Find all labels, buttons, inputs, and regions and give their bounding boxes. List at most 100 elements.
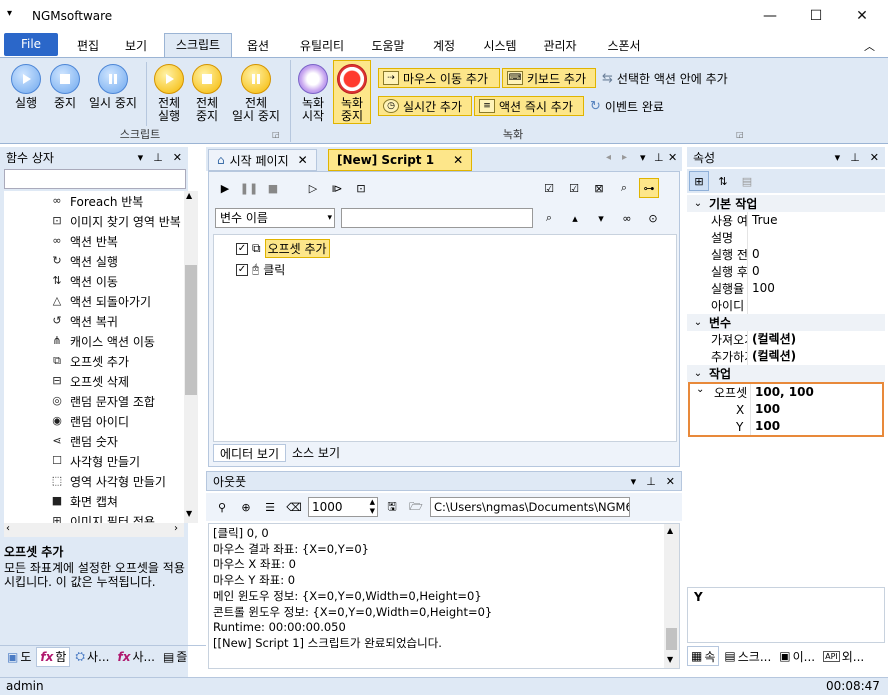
record-stop-button[interactable]: 녹화 중지 xyxy=(333,60,371,124)
tab-scroll-left-icon[interactable]: ◂ xyxy=(606,152,611,163)
function-list-item[interactable]: ↺ 액션 복귀 xyxy=(4,311,184,331)
system-menu-icon[interactable]: ▾ xyxy=(7,8,12,19)
step-into-icon[interactable]: ⧐ xyxy=(327,178,347,198)
tab-scroll-right-icon[interactable]: ▸ xyxy=(622,152,627,163)
function-list-item[interactable]: ⇅ 액션 이동 xyxy=(4,271,184,291)
move-up-icon[interactable]: ▴ xyxy=(565,208,585,228)
pin-icon[interactable]: ⊥ xyxy=(850,151,860,164)
property-value[interactable]: (컬렉션) xyxy=(747,348,885,365)
run-button[interactable]: 실행 xyxy=(8,64,44,110)
function-list-item[interactable]: ■ 화면 캡쳐 xyxy=(4,491,184,511)
minimize-button[interactable]: — xyxy=(747,0,793,32)
function-list-item[interactable]: ◉ 랜덤 아이디 xyxy=(4,411,184,431)
checkbox-icon[interactable]: ✓ xyxy=(236,263,248,276)
scroll-down-icon[interactable]: ▼ xyxy=(186,509,192,518)
checkbox-icon[interactable]: ✓ xyxy=(236,242,248,255)
run-all-button[interactable]: 전체 실행 xyxy=(152,64,186,123)
function-list-item[interactable]: △ 액션 되돌아가기 xyxy=(4,291,184,311)
pause-button[interactable]: 일시 중지 xyxy=(86,64,140,110)
scroll-thumb[interactable] xyxy=(185,265,197,395)
collapse-ribbon-icon[interactable]: ︿ xyxy=(864,38,875,54)
pin-icon[interactable]: ⊥ xyxy=(646,475,656,488)
categorized-icon[interactable]: ⊞ xyxy=(689,171,709,191)
maximize-button[interactable]: ☐ xyxy=(793,0,839,32)
pause-icon[interactable]: ❚❚ xyxy=(239,178,259,198)
function-list-hscrollbar[interactable]: ‹ › xyxy=(4,523,184,537)
tree-item-click[interactable]: ✓ 🖰 클릭 xyxy=(236,261,285,278)
tab-list-icon[interactable]: ▾ xyxy=(640,151,646,164)
property-row[interactable]: 실행율 100 xyxy=(687,280,885,297)
scroll-up-icon[interactable]: ▲ xyxy=(667,526,673,535)
clean-icon[interactable]: ⚲ xyxy=(212,497,232,517)
stepper-arrows-icon[interactable]: ▲ ▼ xyxy=(370,498,375,516)
function-list-item[interactable]: ⬚ 영역 사각형 만들기 xyxy=(4,471,184,491)
function-list-item[interactable]: ⊡ 이미지 찾기 영역 반복 xyxy=(4,211,184,231)
step-out-icon[interactable]: ⊡ xyxy=(351,178,371,198)
close-icon[interactable]: ✕ xyxy=(870,151,879,164)
tab-edit[interactable]: 편집 xyxy=(70,36,106,58)
eraser-icon[interactable]: ⌫ xyxy=(284,497,304,517)
variable-value-input[interactable] xyxy=(341,208,533,228)
search-icon[interactable]: ⌕ xyxy=(539,208,559,228)
property-row[interactable]: ⌄ 오프셋 100, 100 xyxy=(690,384,882,401)
function-list-item[interactable]: ⋔ 캐이스 액션 이동 xyxy=(4,331,184,351)
tab-external[interactable]: API 외... xyxy=(820,646,867,666)
search-icon[interactable]: ⌕ xyxy=(614,178,634,198)
stop-button[interactable]: 중지 xyxy=(48,64,82,110)
pin-icon[interactable]: ⊥ xyxy=(654,151,664,164)
tab-close-icon[interactable]: ✕ xyxy=(453,153,463,167)
tab-function[interactable]: fx 함 xyxy=(36,646,71,667)
stop-icon[interactable]: ■ xyxy=(263,178,283,198)
chevron-down-icon[interactable]: ⌄ xyxy=(687,368,709,379)
chevron-down-icon[interactable]: ⌄ xyxy=(687,198,709,209)
property-value[interactable]: 0 xyxy=(747,246,885,263)
close-icon[interactable]: ✕ xyxy=(666,475,675,488)
property-category[interactable]: ⌄ 변수 xyxy=(687,314,885,331)
property-value[interactable]: 0 xyxy=(747,263,885,280)
tab-view[interactable]: 보기 xyxy=(118,36,154,58)
record-start-button[interactable]: 녹화 시작 xyxy=(296,64,330,123)
group-launcher-icon[interactable]: ◲ xyxy=(272,130,280,139)
tab-close-icon[interactable]: ✕ xyxy=(298,153,308,167)
run-icon[interactable]: ▶ xyxy=(215,178,235,198)
property-value[interactable]: 100 xyxy=(747,280,885,297)
pin-icon[interactable]: ⊥ xyxy=(153,151,163,164)
function-list-item[interactable]: ⊟ 오프셋 삭제 xyxy=(4,371,184,391)
property-category[interactable]: ⌄ 기본 작업 xyxy=(687,195,885,212)
output-path-field[interactable]: C:\Users\ngmas\Documents\NGM6\ xyxy=(430,497,630,517)
more-icon[interactable]: ⊙ xyxy=(643,208,663,228)
tab-options[interactable]: 옵션 xyxy=(240,36,276,58)
add-file-icon[interactable]: ⊕ xyxy=(236,497,256,517)
tab-user[interactable]: ⛭ 사... xyxy=(72,647,112,667)
function-list-item[interactable]: ⊞ 이미지 필터 적용 xyxy=(4,511,184,523)
property-row[interactable]: 실행 전 지0 xyxy=(687,246,885,263)
tab-image[interactable]: ▣ 이... xyxy=(776,646,818,666)
variable-select[interactable]: 변수 이름 ▾ xyxy=(215,208,335,228)
close-icon[interactable]: ✕ xyxy=(173,151,182,164)
dropdown-icon[interactable]: ▾ xyxy=(138,151,144,164)
save-icon[interactable]: 🖫 xyxy=(382,497,402,517)
function-list-item[interactable]: ∞ 액션 반복 xyxy=(4,231,184,251)
dropdown-icon[interactable]: ▾ xyxy=(835,151,841,164)
add-keyboard-button[interactable]: ⌨ 키보드 추가 xyxy=(502,68,596,88)
function-search-input[interactable] xyxy=(4,169,186,189)
function-list-item[interactable]: ⧉ 오프셋 추가 xyxy=(4,351,184,371)
tab-admin[interactable]: 관리자 xyxy=(536,36,584,58)
property-row[interactable]: 실행 후 지0 xyxy=(687,263,885,280)
tree-item-offset-add[interactable]: ✓ ⧉ 오프셋 추가 xyxy=(236,239,330,258)
scroll-thumb[interactable] xyxy=(666,628,677,650)
property-value[interactable] xyxy=(747,297,885,314)
output-count-stepper[interactable]: 1000 ▲ ▼ xyxy=(308,497,378,517)
property-value[interactable]: 100 xyxy=(750,418,882,435)
property-row[interactable]: Y 100 xyxy=(690,418,882,435)
add-realtime-button[interactable]: ◷ 실시간 추가 xyxy=(378,96,472,116)
function-list-item[interactable]: ☐ 사각형 만들기 xyxy=(4,451,184,471)
tab-help[interactable]: 도움말 xyxy=(364,36,412,58)
expand-icon[interactable]: ⌄ xyxy=(696,384,704,395)
property-row[interactable]: 사용 여부True xyxy=(687,212,885,229)
list-icon[interactable]: ☰ xyxy=(260,497,280,517)
tree-view-icon[interactable]: ⊶ xyxy=(639,178,659,198)
tab-start-page[interactable]: ⌂ 시작 페이지 ✕ xyxy=(208,149,317,171)
stop-all-button[interactable]: 전체 중지 xyxy=(190,64,224,123)
property-row[interactable]: 설명 xyxy=(687,229,885,246)
